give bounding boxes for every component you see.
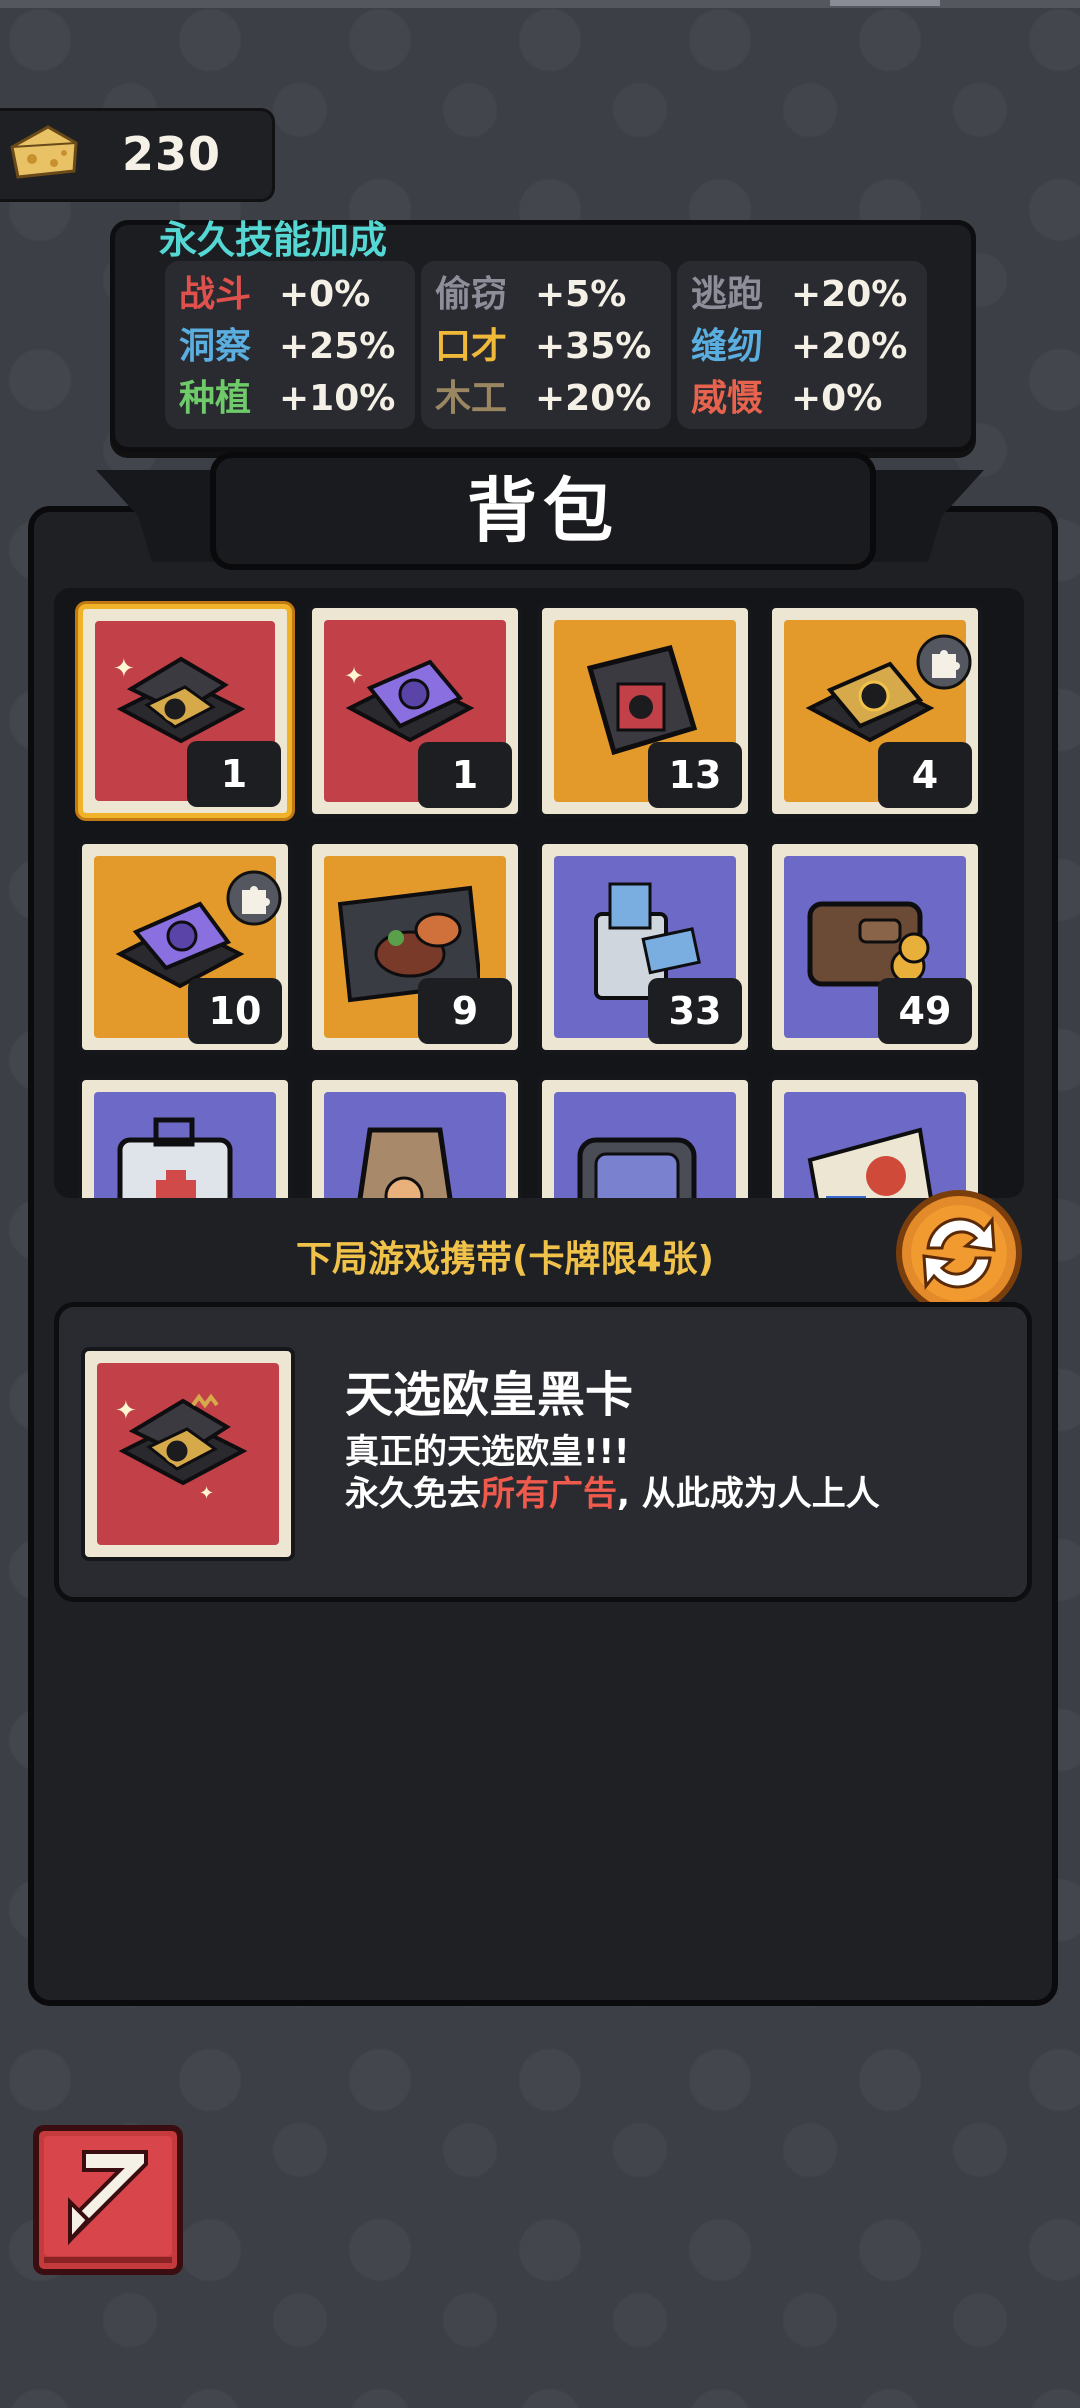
selected-item-name: 天选欧皇黑卡 (345, 1367, 634, 1423)
skill-row: 木工 +20% (435, 369, 651, 419)
inventory-item-money-bag[interactable]: 33 (538, 840, 752, 1054)
inventory-item-gold-card-box[interactable]: 4 (768, 604, 982, 818)
description-line-1: 真正的天选欧皇!!! (345, 1432, 630, 1472)
skill-name: 种植 (179, 378, 252, 419)
inventory-item-black-card-box[interactable]: ✦ 1 (78, 604, 292, 818)
description-line-2: 永久免去所有广告, 从此成为人上人 (345, 1473, 880, 1515)
inventory-item-steak-card[interactable]: 9 (308, 840, 522, 1054)
cheese-amount: 230 (122, 127, 222, 181)
item-count: 10 (188, 978, 282, 1044)
black-card-box-icon: ✦ ✦ (115, 1393, 248, 1504)
skill-name: 洞察 (179, 326, 252, 367)
backpack-title: 背包 (467, 470, 619, 552)
inventory-item-first-aid-kit[interactable] (78, 1076, 292, 1198)
skills-title: 永久技能加成 (159, 218, 388, 262)
inventory-item-sticker-pack[interactable] (768, 1076, 982, 1198)
item-count: 4 (878, 742, 972, 808)
tv-device-icon (577, 1137, 697, 1198)
skill-name: 逃跑 (691, 274, 764, 315)
skill-row: 洞察 +25% (179, 317, 395, 367)
item-count: 13 (648, 742, 742, 808)
cheese-icon (10, 125, 78, 179)
first-aid-kit-icon (117, 1117, 233, 1198)
selected-item-card: ✦ ✦ (81, 1347, 295, 1561)
refresh-button[interactable] (892, 1186, 1026, 1320)
inventory-item-paper-bag[interactable] (308, 1076, 522, 1198)
carry-limit-label: 下局游戏携带(卡牌限4张) (296, 1239, 714, 1280)
inventory-item-tv-device[interactable] (538, 1076, 752, 1198)
skill-name: 偷窃 (435, 274, 508, 315)
item-detail-panel: ✦ ✦ 天选欧皇黑卡 真正的天选欧皇!!! 永久免去所有广告, 从此成为人上人 (54, 1302, 1032, 1602)
skill-name: 战斗 (179, 274, 252, 315)
skill-name: 木工 (435, 378, 508, 419)
item-count: 1 (187, 741, 281, 807)
skill-row: 偷窃 +5% (435, 265, 626, 315)
skill-value: +20% (535, 378, 652, 419)
skill-value: +10% (279, 378, 396, 419)
skill-column: 战斗 +0% 洞察 +25% 种植 +10% (165, 261, 415, 429)
inventory-grid[interactable]: ✦ 1 ✦ 1 13 4 10 9 33 49 (54, 588, 1024, 1198)
skill-value: +0% (791, 378, 883, 419)
back-button[interactable] (30, 2122, 186, 2278)
skill-name: 威慑 (691, 378, 764, 419)
item-count: 49 (878, 978, 972, 1044)
inventory-item-wallet[interactable]: 49 (768, 840, 982, 1054)
item-count: 1 (418, 742, 512, 808)
skill-value: +20% (791, 274, 908, 315)
item-count: 9 (418, 978, 512, 1044)
svg-text:✦: ✦ (199, 1483, 214, 1504)
svg-text:✦: ✦ (115, 1396, 137, 1426)
sticker-pack-icon (807, 1127, 933, 1198)
inventory-item-purple-card-fragment[interactable]: 10 (78, 840, 292, 1054)
skill-value: +35% (535, 326, 652, 367)
skill-column: 逃跑 +20% 缝纫 +20% 威慑 +0% (677, 261, 927, 429)
permanent-skills-panel: 永久技能加成 战斗 +0% 洞察 +25% 种植 +10% 偷窃 +5% 口才 +35% … (110, 218, 976, 452)
item-count: 33 (648, 978, 742, 1044)
description-text: , 从此成为人上人 (617, 1474, 880, 1514)
skill-row: 口才 +35% (435, 317, 651, 367)
backpack-title-banner: 背包 (210, 452, 876, 570)
skill-value: +20% (791, 326, 908, 367)
skill-value: +5% (535, 274, 627, 315)
skill-row: 缝纫 +20% (691, 317, 907, 367)
skill-row: 逃跑 +20% (691, 265, 907, 315)
top-progress-strip (0, 0, 1080, 8)
inventory-item-card-pack[interactable]: 13 (538, 604, 752, 818)
skill-row: 战斗 +0% (179, 265, 370, 315)
svg-text:✦: ✦ (344, 662, 364, 690)
description-highlight: 所有广告 (481, 1474, 617, 1514)
skill-value: +25% (279, 326, 396, 367)
paper-bag-icon (357, 1127, 453, 1198)
skill-name: 缝纫 (691, 326, 764, 367)
skill-value: +0% (279, 274, 371, 315)
cheese-currency: 230 (0, 108, 275, 202)
skill-row: 威慑 +0% (691, 369, 882, 419)
skill-row: 种植 +10% (179, 369, 395, 419)
skill-column: 偷窃 +5% 口才 +35% 木工 +20% (421, 261, 671, 429)
svg-text:✦: ✦ (113, 654, 135, 684)
selected-item-description: 真正的天选欧皇!!! 永久免去所有广告, 从此成为人上人 (345, 1431, 880, 1515)
puzzle-piece-icon (916, 634, 972, 690)
description-text: 永久免去 (345, 1474, 481, 1514)
inventory-item-purple-card-box[interactable]: ✦ 1 (308, 604, 522, 818)
puzzle-piece-icon (226, 870, 282, 926)
skill-name: 口才 (435, 326, 508, 367)
